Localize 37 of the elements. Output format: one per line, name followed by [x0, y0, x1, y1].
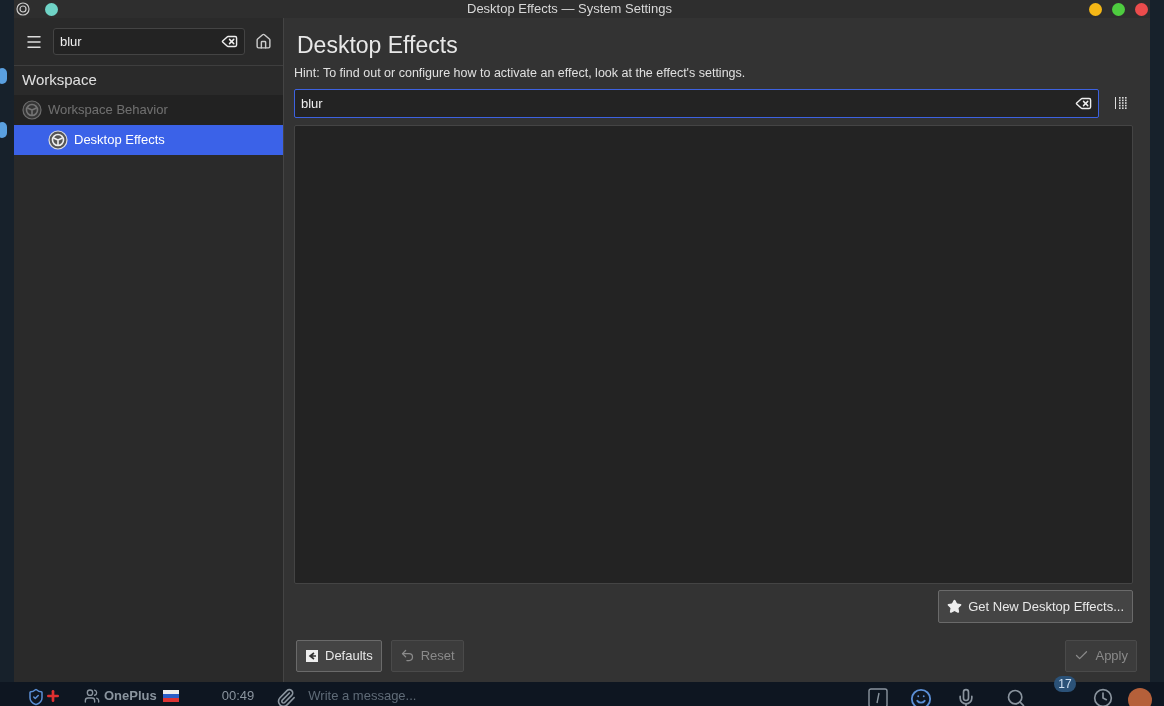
- undo-icon: [399, 648, 415, 664]
- category-header: Workspace: [21, 70, 98, 91]
- pin-button[interactable]: [45, 2, 58, 16]
- settings-icon: [22, 100, 42, 120]
- app-icon: [16, 2, 30, 16]
- star-icon: [947, 598, 963, 614]
- defaults-button[interactable]: Defaults: [296, 639, 382, 672]
- maximize-button[interactable]: [1112, 2, 1125, 16]
- minimize-button[interactable]: [1089, 2, 1102, 16]
- window-title: Desktop Effects — System Settings: [467, 0, 672, 19]
- search-icon[interactable]: [1006, 688, 1027, 706]
- count-badge: 17: [1054, 676, 1076, 692]
- plus-icon: [45, 688, 61, 704]
- flag-icon: [162, 690, 179, 702]
- search-field[interactable]: blur: [53, 28, 245, 55]
- columns-icon[interactable]: [1114, 96, 1128, 111]
- shield-icon: [27, 688, 45, 706]
- clock-icon[interactable]: [1093, 688, 1114, 706]
- settings-icon: [48, 130, 68, 150]
- message-field[interactable]: Write a message...: [308, 688, 854, 704]
- group-icon: [84, 688, 100, 704]
- avatar-icon: [0, 122, 7, 138]
- defaults-icon: [305, 648, 319, 663]
- emoji-icon[interactable]: [910, 688, 933, 706]
- chat-time: 00:49: [221, 688, 255, 704]
- hint-text: Hint: To find out or configure how to activate an effect, look at the effect's settings.: [294, 65, 747, 82]
- home-icon[interactable]: [255, 33, 272, 50]
- close-button[interactable]: [1135, 2, 1148, 16]
- chat-name: OnePlus: [104, 688, 157, 704]
- filter-field[interactable]: blur: [294, 88, 1099, 118]
- command-icon[interactable]: [868, 688, 889, 706]
- get-new-button[interactable]: Get New Desktop Effects...: [938, 589, 1133, 623]
- avatar-icon: [0, 68, 7, 84]
- attach-icon[interactable]: [276, 688, 297, 706]
- clear-icon[interactable]: [221, 33, 238, 50]
- avatar-icon: [1128, 688, 1153, 706]
- page-title: Desktop Effects: [296, 31, 459, 60]
